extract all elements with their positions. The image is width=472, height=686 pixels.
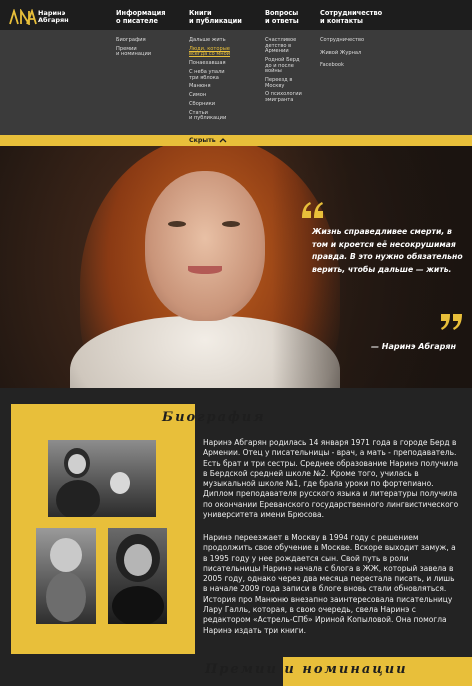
nav-about[interactable]: Информация о писателе: [116, 9, 165, 25]
biography-paragraph-2: Наринэ переезжает в Москву в 1994 году с…: [203, 533, 456, 635]
quote-author: — Наринэ Абгарян: [371, 342, 457, 351]
menu-item-cooperation[interactable]: Сотрудничество: [320, 37, 364, 44]
photo-child: [36, 528, 96, 624]
site-logo[interactable]: Наринэ Абгарян: [9, 9, 69, 25]
portrait-eye-right: [222, 221, 240, 227]
menu-item-manyunya[interactable]: Манюня: [189, 84, 230, 90]
nav-qa[interactable]: Вопросы и ответы: [265, 9, 299, 25]
menu-item-lyudi[interactable]: Люди, которые всегда со мной: [189, 46, 230, 58]
menu-col-about: Биография Премии и номинации: [116, 37, 151, 61]
menu-item-berd[interactable]: Родной Берд до и после войны: [265, 57, 302, 75]
menu-col-contacts: Сотрудничество Живой Журнал Facebook: [320, 37, 364, 72]
menu-item-childhood[interactable]: Счастливое детство в Армении: [265, 37, 302, 55]
hero-quote: Жизнь справедливее смерти, в том и кроет…: [312, 227, 463, 275]
menu-item-biography[interactable]: Биография: [116, 37, 151, 44]
chevron-up-icon: [219, 138, 227, 143]
menu-item-articles[interactable]: Статьи и публикации: [189, 110, 230, 122]
photo-portrait: [108, 528, 167, 624]
photo-mother-child: [48, 440, 156, 517]
logo-text: Наринэ Абгарян: [38, 9, 69, 24]
portrait-mouth: [188, 266, 222, 274]
menu-item-facebook[interactable]: Facebook: [320, 63, 364, 69]
menu-item-livejournal[interactable]: Живой Журнал: [320, 50, 364, 57]
menu-item-dalshe-zhit[interactable]: Дальше жить: [189, 37, 230, 44]
mega-menu: Биография Премии и номинации Дальше жить…: [0, 30, 472, 135]
quote-close-icon: [441, 314, 462, 330]
menu-col-books: Дальше жить Люди, которые всегда со мной…: [189, 37, 230, 125]
portrait-face: [145, 171, 265, 321]
nav-books[interactable]: Книги и публикации: [189, 9, 242, 25]
hide-bar: Скрыть: [0, 135, 472, 146]
menu-item-awards[interactable]: Премии и номинации: [116, 46, 151, 58]
na-monogram-icon: [9, 9, 37, 25]
menu-item-sborniki[interactable]: Сборники: [189, 101, 230, 108]
hide-label: Скрыть: [189, 137, 216, 144]
menu-item-ponaehavshaya[interactable]: Понаехавшая: [189, 61, 230, 67]
nav-contacts[interactable]: Сотрудничество и контакты: [320, 9, 382, 25]
hide-menu-button[interactable]: Скрыть: [189, 136, 227, 145]
menu-col-qa: Счастливое детство в Армении Родной Берд…: [265, 37, 302, 107]
menu-item-emigrant[interactable]: О психологии эмигранта: [265, 91, 302, 103]
quote-open-icon: [302, 202, 323, 218]
portrait-eye-left: [168, 221, 186, 227]
menu-item-s-neba[interactable]: С неба упали три яблока: [189, 69, 230, 81]
biography-paragraph-1: Наринэ Абгарян родилась 14 января 1971 г…: [203, 438, 459, 520]
site-header: Наринэ Абгарян Информация о писателе Кни…: [0, 0, 472, 30]
menu-item-simon[interactable]: Симон: [189, 92, 230, 99]
menu-item-moscow[interactable]: Переезд в Москву: [265, 77, 302, 89]
awards-title: Премии и номинации: [205, 662, 408, 677]
biography-title: Биография: [162, 410, 266, 425]
